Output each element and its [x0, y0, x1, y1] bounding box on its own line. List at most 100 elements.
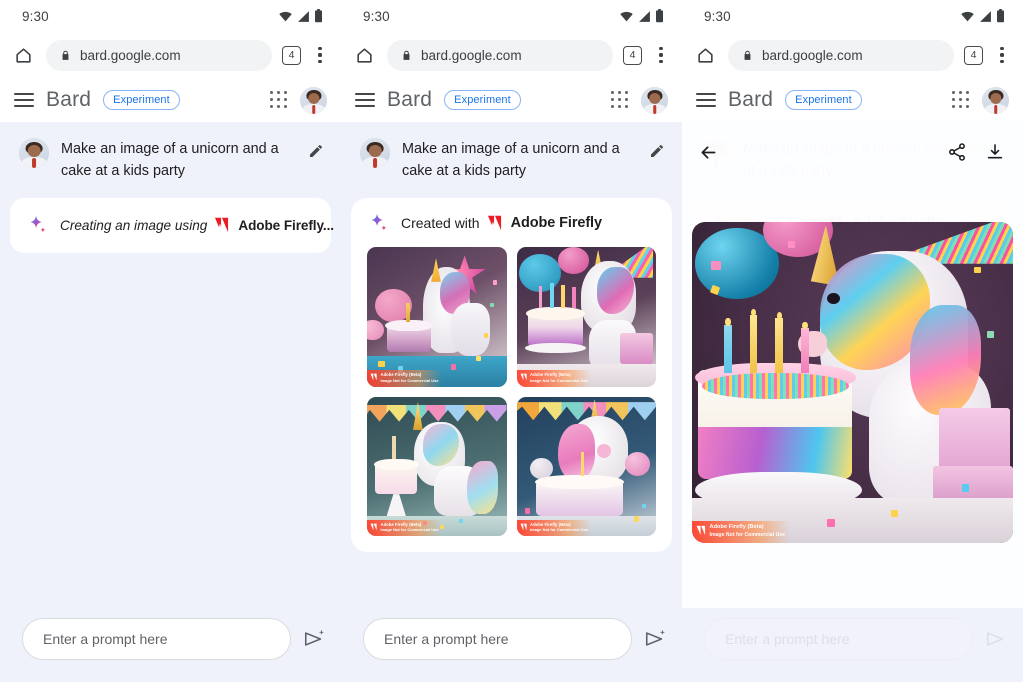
status-bar: 9:30: [682, 0, 1023, 32]
kebab-menu-icon[interactable]: [993, 47, 1011, 63]
bard-sparkle-icon: [371, 213, 387, 231]
prompt-composer: Enter a prompt here: [682, 608, 1023, 682]
bard-sparkle-icon: [30, 215, 46, 233]
browser-toolbar: bard.google.com 4: [341, 32, 682, 78]
tab-count-button[interactable]: 4: [282, 45, 301, 65]
google-apps-grid-icon[interactable]: [270, 91, 288, 109]
back-arrow-icon[interactable]: [696, 140, 720, 164]
avatar: [19, 138, 49, 168]
signal-icon: [298, 10, 309, 22]
kebab-menu-icon[interactable]: [311, 47, 329, 63]
pencil-edit-icon[interactable]: [646, 140, 668, 162]
bard-logo: Bard: [387, 88, 433, 111]
user-message: Make an image of a unicorn and a cake at…: [10, 122, 331, 192]
tab-count-button[interactable]: 4: [964, 45, 983, 65]
home-icon[interactable]: [692, 42, 718, 68]
firefly-watermark: Adobe Firefly (Beta) Image Not for Commer…: [367, 519, 442, 536]
search-input[interactable]: Enter a prompt here: [363, 618, 632, 660]
watermark-text: Adobe Firefly (Beta) Image Not for Commer…: [530, 372, 589, 383]
adobe-logo-icon: [519, 523, 527, 531]
kebab-menu-icon[interactable]: [652, 47, 670, 63]
hamburger-icon[interactable]: [14, 93, 34, 107]
watermark-text: Adobe Firefly (Beta) Image Not for Commer…: [380, 521, 439, 533]
adobe-logo-icon: [696, 526, 706, 536]
address-bar[interactable]: bard.google.com: [728, 39, 954, 71]
download-icon[interactable]: [983, 140, 1007, 164]
send-icon[interactable]: [983, 626, 1009, 652]
wifi-icon: [961, 11, 974, 21]
lock-icon: [62, 50, 69, 60]
share-icon[interactable]: [945, 140, 969, 164]
firefly-watermark: Adobe Firefly (Beta) Image Not for Commer…: [367, 370, 442, 387]
response-header: Creating an image using Adobe Firefly...: [26, 214, 334, 236]
search-input[interactable]: Enter a prompt here: [22, 618, 291, 660]
address-bar[interactable]: bard.google.com: [387, 39, 613, 71]
browser-toolbar: bard.google.com 4: [682, 32, 1023, 78]
avatar[interactable]: [300, 86, 327, 114]
adobe-logo-icon: [370, 373, 377, 381]
response-card-loading: Creating an image using Adobe Firefly...: [10, 198, 334, 253]
experiment-badge: Experiment: [444, 90, 521, 110]
battery-icon: [656, 9, 663, 23]
avatar[interactable]: [641, 86, 668, 114]
url-text: bard.google.com: [762, 47, 863, 63]
status-icons: [278, 9, 323, 23]
battery-icon: [997, 9, 1004, 23]
firefly-watermark: Adobe Firefly (Beta) Image Not for Commer…: [516, 519, 592, 536]
watermark-text: Adobe Firefly (Beta) Image Not for Commer…: [380, 372, 439, 383]
prompt-placeholder: Enter a prompt here: [725, 631, 850, 647]
conversation-area: Make an image of a unicorn and a cake at…: [341, 122, 682, 608]
hero-image-container[interactable]: Adobe Firefly (Beta) Image Not for Commer…: [692, 222, 1013, 543]
browser-toolbar: bard.google.com 4: [0, 32, 341, 78]
status-bar: 9:30: [341, 0, 682, 32]
response-header: Created with Adobe Firefly: [367, 212, 656, 234]
response-status-label: Creating an image using Adobe Firefly...: [60, 217, 334, 233]
firefly-watermark: Adobe Firefly (Beta) Image Not for Commer…: [516, 370, 592, 387]
home-icon[interactable]: [351, 42, 377, 68]
experiment-badge: Experiment: [103, 90, 180, 110]
lock-icon: [403, 50, 410, 60]
panel-detail: 9:30 bard.google.com 4 Bard Experiment M…: [682, 0, 1023, 682]
panel-loading: 9:30 bard.google.com 4 Bard Experiment M…: [0, 0, 341, 682]
pencil-edit-icon[interactable]: [305, 140, 327, 162]
adobe-firefly-logo: [487, 215, 501, 231]
hamburger-icon[interactable]: [696, 93, 716, 107]
google-apps-grid-icon[interactable]: [611, 91, 629, 109]
hamburger-icon[interactable]: [355, 93, 375, 107]
status-time: 9:30: [363, 8, 390, 24]
signal-icon: [980, 10, 991, 22]
created-with-text: Created with: [401, 215, 480, 231]
prompt-placeholder: Enter a prompt here: [43, 631, 168, 647]
gallery-image-4[interactable]: Adobe Firefly (Beta) Image Not for Commer…: [516, 396, 656, 536]
search-input[interactable]: Enter a prompt here: [704, 618, 973, 660]
bard-app-bar: Bard Experiment: [0, 78, 341, 122]
image-results-grid: Adobe Firefly (Beta) Image Not for Commer…: [367, 247, 656, 536]
url-text: bard.google.com: [80, 47, 181, 63]
adobe-firefly-logo: [215, 217, 229, 233]
response-card-results: Created with Adobe Firefly: [351, 198, 672, 552]
status-bar: 9:30: [0, 0, 341, 32]
firefly-provider-name: Adobe Firefly: [510, 215, 602, 231]
adobe-logo-icon: [370, 523, 377, 531]
prompt-composer: Enter a prompt here: [0, 608, 341, 682]
status-time: 9:30: [704, 8, 731, 24]
prompt-placeholder: Enter a prompt here: [384, 631, 509, 647]
send-icon[interactable]: [642, 626, 668, 652]
gallery-image-3[interactable]: Adobe Firefly (Beta) Image Not for Commer…: [367, 396, 507, 536]
home-icon[interactable]: [10, 42, 36, 68]
send-icon[interactable]: [301, 626, 327, 652]
bard-logo: Bard: [46, 88, 92, 111]
google-apps-grid-icon[interactable]: [952, 91, 970, 109]
bard-app-bar: Bard Experiment: [682, 78, 1023, 122]
lock-icon: [744, 50, 751, 60]
firefly-provider-name: Adobe Firefly...: [238, 217, 334, 233]
tab-count-button[interactable]: 4: [623, 45, 642, 65]
avatar: [360, 138, 390, 168]
firefly-watermark: Adobe Firefly (Beta) Image Not for Commer…: [692, 521, 791, 543]
gallery-image-1[interactable]: Adobe Firefly (Beta) Image Not for Commer…: [367, 247, 507, 387]
avatar[interactable]: [982, 86, 1009, 114]
gallery-image-2[interactable]: Adobe Firefly (Beta) Image Not for Commer…: [516, 247, 656, 387]
address-bar[interactable]: bard.google.com: [46, 39, 272, 71]
hero-image[interactable]: Adobe Firefly (Beta) Image Not for Commer…: [692, 222, 1013, 543]
url-text: bard.google.com: [421, 47, 522, 63]
